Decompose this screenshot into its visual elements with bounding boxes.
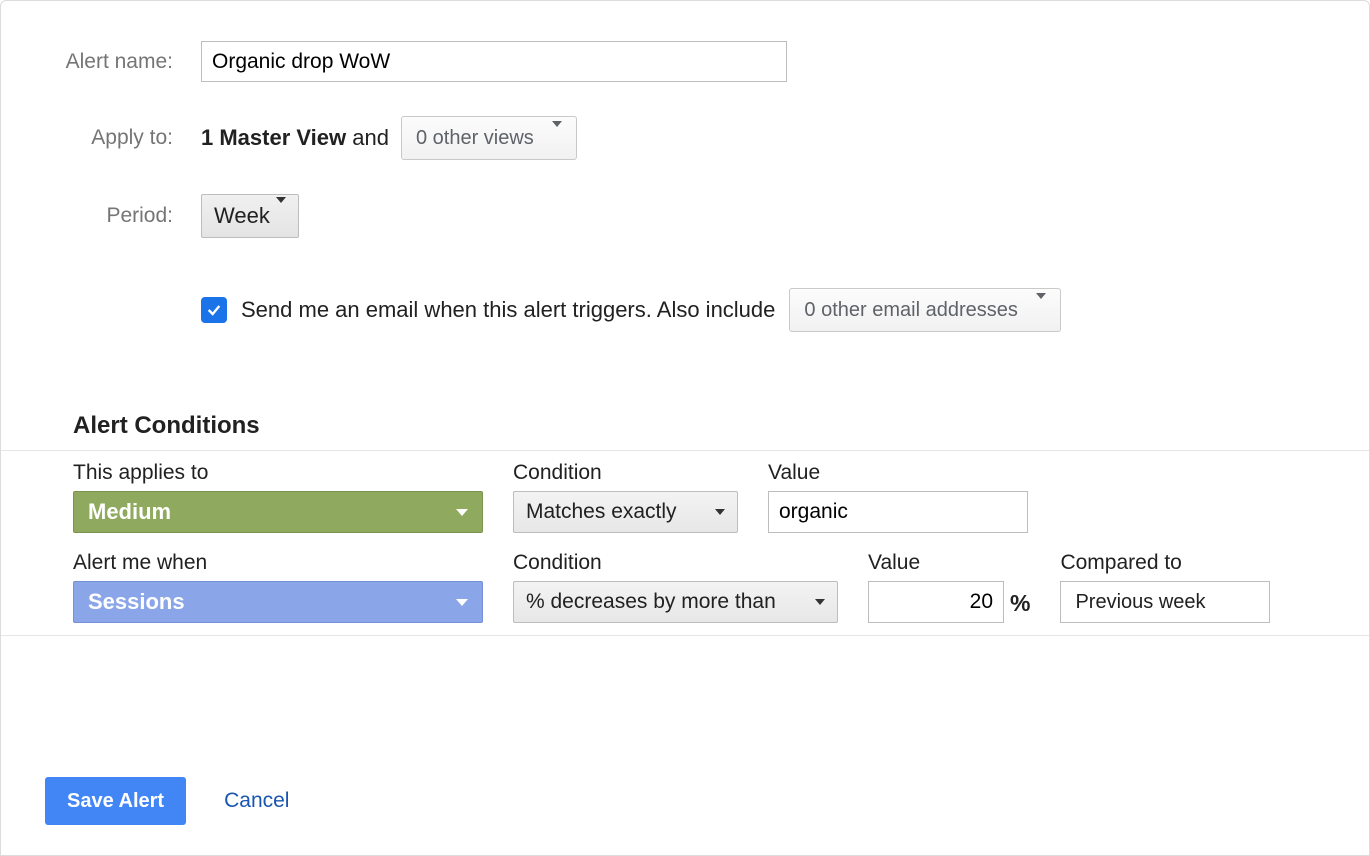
period-dropdown[interactable]: Week (201, 194, 299, 238)
col-applies-to: This applies to Medium (73, 461, 483, 533)
section-title-alert-conditions: Alert Conditions (1, 412, 1369, 450)
other-emails-label: 0 other email addresses (804, 299, 1017, 322)
label-alert-name: Alert name: (21, 50, 201, 74)
chevron-down-icon (456, 599, 468, 606)
metric-condition-select[interactable]: % decreases by more than (513, 581, 838, 623)
email-checkbox-label: Send me an email when this alert trigger… (241, 297, 775, 323)
col-metric-value: Value % (868, 551, 1030, 623)
chevron-down-icon (456, 509, 468, 516)
label-metric-condition: Condition (513, 551, 838, 575)
dimension-value: Medium (88, 499, 171, 525)
label-compared-to: Compared to (1060, 551, 1270, 575)
apply-to-conj: and (352, 125, 389, 150)
alert-conditions-block: This applies to Medium Condition Matches… (1, 450, 1369, 636)
metric-value: Sessions (88, 589, 185, 615)
other-views-dropdown[interactable]: 0 other views (401, 116, 577, 160)
alert-name-input[interactable] (201, 41, 787, 82)
col-dim-condition: Condition Matches exactly (513, 461, 738, 533)
form-footer: Save Alert Cancel (45, 777, 289, 825)
label-dim-condition: Condition (513, 461, 738, 485)
compared-to-value: Previous week (1075, 591, 1205, 614)
other-emails-dropdown[interactable]: 0 other email addresses (789, 288, 1060, 332)
label-applies-to: This applies to (73, 461, 483, 485)
dimension-select[interactable]: Medium (73, 491, 483, 533)
label-apply-to: Apply to: (21, 126, 201, 150)
check-icon (206, 302, 222, 318)
row-period: Period: Week (1, 194, 1369, 238)
row-email-alert: Send me an email when this alert trigger… (1, 288, 1369, 332)
label-metric-value: Value (868, 551, 1030, 575)
row-apply-to: Apply to: 1 Master View and 0 other view… (1, 116, 1369, 160)
compared-to-box: Previous week (1060, 581, 1270, 623)
dim-condition-value: Matches exactly (526, 500, 677, 524)
metric-condition-value: % decreases by more than (526, 590, 776, 614)
period-value: Week (214, 203, 270, 229)
label-period: Period: (21, 204, 201, 228)
col-compared-to: Compared to Previous week (1060, 551, 1270, 623)
cond-row-dimension: This applies to Medium Condition Matches… (73, 461, 1359, 533)
apply-to-text: 1 Master View and (201, 125, 389, 151)
col-dim-value: Value (768, 461, 1028, 533)
cancel-link[interactable]: Cancel (224, 789, 289, 813)
chevron-down-icon (1036, 299, 1046, 322)
chevron-down-icon (815, 599, 825, 605)
save-alert-button[interactable]: Save Alert (45, 777, 186, 825)
cond-row-metric: Alert me when Sessions Condition % decre… (73, 551, 1359, 623)
other-views-label: 0 other views (416, 127, 534, 150)
dim-value-input[interactable] (768, 491, 1028, 533)
percent-symbol: % (1010, 590, 1030, 623)
alert-form-panel: Alert name: Apply to: 1 Master View and … (0, 0, 1370, 856)
label-alert-when: Alert me when (73, 551, 483, 575)
primary-view-name: 1 Master View (201, 125, 346, 150)
chevron-down-icon (715, 509, 725, 515)
metric-select[interactable]: Sessions (73, 581, 483, 623)
metric-value-input[interactable] (868, 581, 1004, 623)
email-checkbox[interactable] (201, 297, 227, 323)
chevron-down-icon (552, 127, 562, 150)
label-dim-value: Value (768, 461, 1028, 485)
col-alert-when: Alert me when Sessions (73, 551, 483, 623)
dim-condition-select[interactable]: Matches exactly (513, 491, 738, 533)
chevron-down-icon (276, 203, 286, 229)
row-alert-name: Alert name: (1, 41, 1369, 82)
col-metric-condition: Condition % decreases by more than (513, 551, 838, 623)
